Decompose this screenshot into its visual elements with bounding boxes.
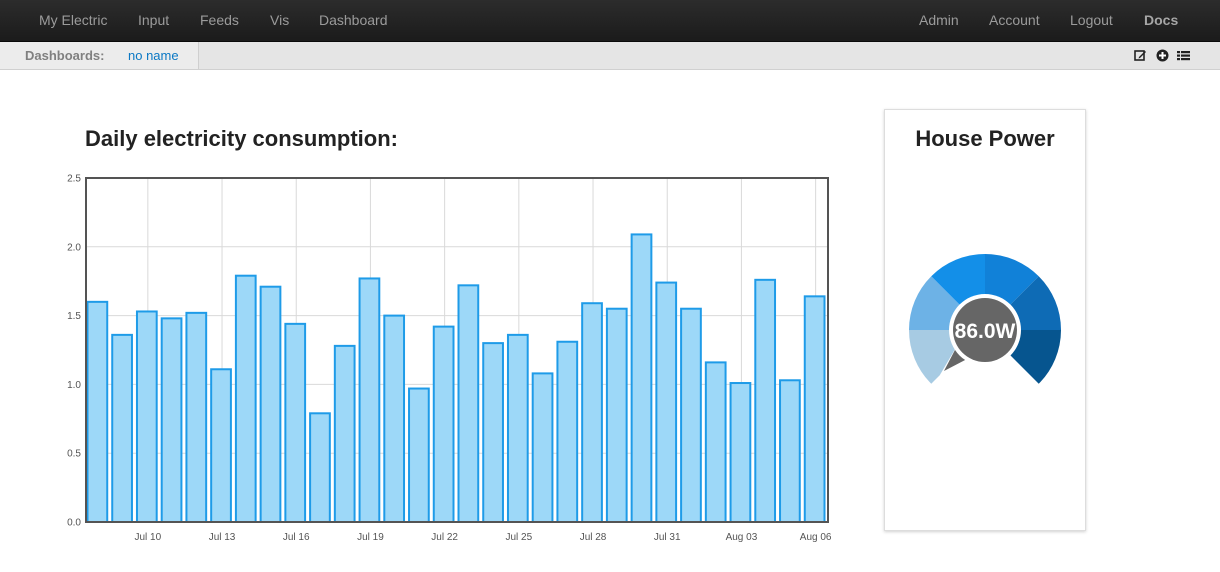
y-tick-label: 2.5 (67, 174, 81, 185)
y-tick-label: 1.0 (67, 380, 81, 391)
bar[interactable] (259, 285, 282, 524)
dashboard-name-link[interactable]: no name (128, 42, 179, 69)
gauge-value: 86.0W (955, 320, 1016, 343)
bar[interactable] (160, 317, 183, 523)
x-tick-label: Jul 31 (654, 532, 681, 543)
bar[interactable] (185, 311, 208, 523)
x-tick-label: Jul 13 (209, 532, 236, 543)
bar[interactable] (506, 333, 529, 523)
x-tick-label: Aug 06 (800, 532, 832, 543)
bar[interactable] (605, 307, 628, 523)
bar[interactable] (111, 333, 133, 523)
bar[interactable] (754, 278, 777, 523)
bar[interactable] (729, 382, 752, 523)
bar[interactable] (284, 322, 307, 523)
bar[interactable] (432, 325, 455, 523)
y-tick-label: 2.0 (67, 242, 81, 253)
power-gauge: 86.0W (909, 254, 1061, 384)
bar[interactable] (358, 277, 381, 523)
y-tick-label: 1.5 (67, 311, 81, 322)
x-tick-label: Jul 19 (357, 532, 384, 543)
nav-logout[interactable]: Logout (1070, 0, 1113, 41)
dashboards-label: Dashboards: (25, 48, 105, 63)
bar[interactable] (680, 307, 702, 523)
nav-docs[interactable]: Docs (1144, 0, 1178, 41)
bar[interactable] (457, 284, 480, 523)
x-tick-label: Jul 16 (283, 532, 310, 543)
add-circle-icon[interactable] (1156, 49, 1169, 67)
bar[interactable] (581, 302, 603, 523)
bar[interactable] (333, 344, 356, 523)
x-tick-label: Jul 22 (431, 532, 458, 543)
top-navbar: My Electric Input Feeds Vis Dashboard Ad… (0, 0, 1220, 42)
bar[interactable] (408, 387, 430, 523)
gauge-title: House Power (915, 126, 1055, 151)
bar[interactable] (704, 361, 727, 523)
list-icon[interactable] (1177, 49, 1190, 67)
dashboards-bar: Dashboards: no name (0, 42, 1220, 70)
x-tick-label: Jul 28 (580, 532, 607, 543)
x-tick-label: Jul 10 (134, 532, 161, 543)
edit-icon[interactable] (1134, 49, 1147, 67)
bar[interactable] (556, 340, 579, 523)
nav-my-electric[interactable]: My Electric (39, 0, 107, 41)
daily-consumption-chart: 0.0 0.5 1.0 1.5 2.0 2.5 Jul 10 Jul 13 Jul 16 Jul … (67, 174, 832, 544)
bar[interactable] (383, 314, 406, 523)
dashboard-toolbar (1130, 49, 1190, 63)
house-power-widget: House Power 86.0W (884, 109, 1086, 531)
nav-input[interactable]: Input (138, 0, 169, 41)
bar[interactable] (779, 379, 801, 523)
bar[interactable] (803, 295, 826, 523)
nav-dashboard[interactable]: Dashboard (319, 0, 388, 41)
nav-vis[interactable]: Vis (270, 0, 289, 41)
chart-title: Daily electricity consumption: (85, 126, 398, 151)
bar[interactable] (531, 372, 554, 523)
bar[interactable] (630, 233, 653, 524)
bar[interactable] (309, 412, 331, 524)
y-tick-label: 0.5 (67, 449, 81, 460)
nav-feeds[interactable]: Feeds (200, 0, 239, 41)
x-tick-label: Aug 03 (726, 532, 758, 543)
nav-account[interactable]: Account (989, 0, 1040, 41)
bar[interactable] (86, 300, 109, 523)
bar[interactable] (482, 342, 504, 523)
bar[interactable] (210, 368, 232, 523)
bar[interactable] (655, 281, 678, 523)
x-tick-label: Jul 25 (505, 532, 532, 543)
dashboards-selector: Dashboards: no name (0, 42, 199, 69)
nav-admin[interactable]: Admin (919, 0, 959, 41)
y-tick-label: 0.0 (67, 518, 81, 529)
bar[interactable] (135, 310, 158, 523)
bar[interactable] (234, 274, 257, 523)
